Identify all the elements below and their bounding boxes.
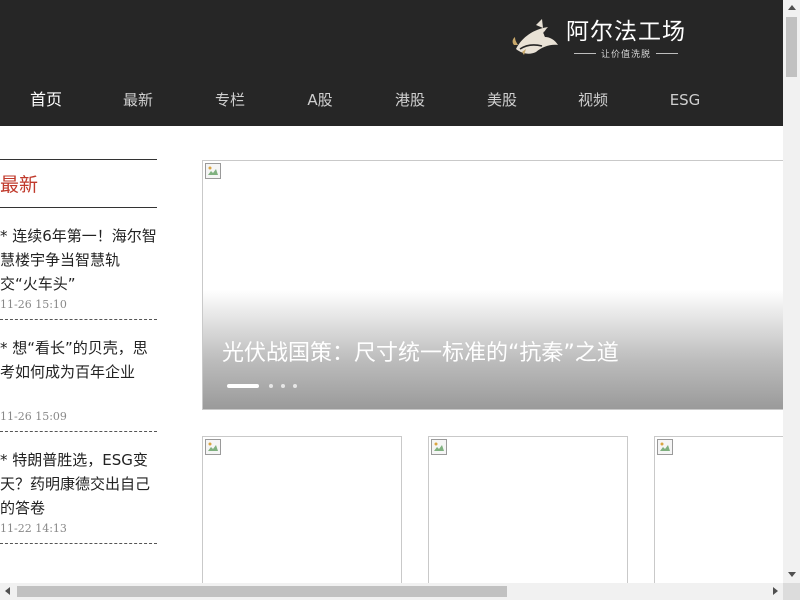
slogan-divider-left	[573, 52, 596, 54]
slider-dot[interactable]	[293, 384, 297, 388]
logo-text: 阿尔法工场 让价值洗脱	[566, 19, 686, 60]
slider-dot[interactable]	[269, 384, 273, 388]
nav-item-hk-stocks[interactable]: 港股	[388, 80, 432, 120]
scrollbar-corner	[783, 583, 800, 600]
nav-item-latest[interactable]: 最新	[116, 80, 160, 120]
news-item-time: 11-26 15:10	[0, 298, 67, 311]
news-item-title[interactable]: * 想“看长”的贝壳，思考如何成为百年企业	[0, 336, 157, 384]
logo-slogan-text: 让价值洗脱	[600, 49, 651, 60]
article-card[interactable]	[654, 436, 783, 596]
slogan-divider-right	[656, 52, 678, 54]
news-list-item[interactable]: * 特朗普胜选，ESG变天？药明康德交出自己的答卷 11-22 14:13	[0, 432, 157, 544]
broken-image-icon	[657, 439, 673, 455]
scroll-right-arrow-icon[interactable]	[773, 587, 778, 595]
article-card[interactable]	[428, 436, 628, 596]
article-card[interactable]	[202, 436, 402, 596]
latest-news-sidebar: 最新 * 连续6年第一！海尔智慧楼宇争当智慧轨交“火车头” 11-26 15:1…	[0, 159, 157, 544]
vertical-scrollbar[interactable]	[783, 0, 800, 583]
news-list-item[interactable]: * 连续6年第一！海尔智慧楼宇争当智慧轨交“火车头” 11-26 15:10	[0, 208, 157, 320]
scroll-down-arrow-icon[interactable]	[788, 572, 796, 577]
horizontal-scroll-thumb[interactable]	[17, 586, 507, 597]
nav-item-columns[interactable]: 专栏	[208, 80, 252, 120]
scroll-left-arrow-icon[interactable]	[5, 587, 10, 595]
nav-item-esg[interactable]: ESG	[662, 80, 708, 120]
shark-logo-icon	[512, 19, 558, 55]
scroll-up-arrow-icon[interactable]	[788, 5, 796, 10]
news-item-title[interactable]: * 特朗普胜选，ESG变天？药明康德交出自己的答卷	[0, 448, 157, 520]
featured-slider[interactable]: 光伏战国策：尺寸统一标准的“抗秦”之道	[202, 160, 800, 410]
site-header: 阿尔法工场 让价值洗脱 首页 最新 专栏 A股 港股 美股 视频 ESG	[0, 0, 783, 126]
news-item-time: 11-26 15:09	[0, 410, 67, 423]
horizontal-scrollbar[interactable]	[0, 583, 783, 600]
broken-image-icon	[205, 163, 221, 179]
logo-title: 阿尔法工场	[566, 18, 686, 45]
news-item-time: 11-22 14:13	[0, 522, 67, 535]
nav-item-us-stocks[interactable]: 美股	[480, 80, 524, 120]
broken-image-icon	[205, 439, 221, 455]
slider-caption[interactable]: 光伏战国策：尺寸统一标准的“抗秦”之道	[222, 335, 619, 367]
slider-pagination	[227, 384, 305, 388]
slider-dot-active[interactable]	[227, 384, 259, 388]
logo-slogan: 让价值洗脱	[569, 47, 683, 60]
slider-dot[interactable]	[281, 384, 285, 388]
news-item-title[interactable]: * 连续6年第一！海尔智慧楼宇争当智慧轨交“火车头”	[0, 224, 157, 296]
news-list-item[interactable]: * 想“看长”的贝壳，思考如何成为百年企业 11-26 15:09	[0, 320, 157, 432]
vertical-scroll-thumb[interactable]	[786, 17, 797, 77]
broken-image-icon	[431, 439, 447, 455]
site-logo[interactable]: 阿尔法工场 让价值洗脱	[512, 16, 686, 62]
nav-item-video[interactable]: 视频	[571, 80, 615, 120]
sidebar-title: 最新	[0, 160, 157, 208]
nav-item-home[interactable]: 首页	[24, 80, 68, 120]
main-nav: 首页 最新 专栏 A股 港股 美股 视频 ESG	[0, 80, 783, 120]
nav-item-a-shares[interactable]: A股	[300, 80, 340, 120]
